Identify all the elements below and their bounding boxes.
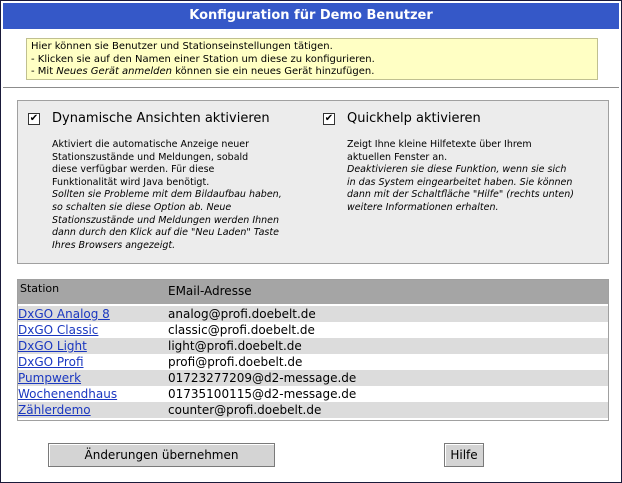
header-email: EMail-Adresse (168, 284, 252, 298)
station-email: analog@profi.doebelt.de (168, 307, 316, 321)
divider (3, 87, 619, 88)
apply-changes-button[interactable]: Änderungen übernehmen (48, 443, 275, 467)
desc-line: Aktiviert die automatische Anzeige neuer (52, 139, 250, 150)
info-line-3-post: können sie ein neues Gerät hinzufügen. (172, 66, 375, 77)
dynamic-views-label: Dynamische Ansichten aktivieren (52, 111, 270, 126)
page-title: Konfiguration für Demo Benutzer (3, 3, 619, 29)
desc-line: in das System eingearbeitet haben. Sie k… (347, 176, 573, 188)
station-link[interactable]: DxGO Profi (18, 354, 84, 370)
quickhelp-label: Quickhelp aktivieren (347, 111, 481, 126)
desc-line: Ihres Browsers angezeigt. (52, 239, 176, 251)
desc-line: Sollten sie Probleme mit dem Bildaufbau … (52, 189, 282, 201)
info-line-3-pre: - Mit (31, 66, 57, 77)
station-email: profi@profi.doebelt.de (168, 355, 303, 369)
desc-line: diese verfügbar werden. Für diese (52, 164, 215, 176)
station-table: Station EMail-Adresse DxGO Analog 8 anal… (17, 279, 609, 421)
dynamic-views-description: Aktiviert die automatische Anzeige neuer… (52, 139, 282, 252)
table-row: DxGO Profi profi@profi.doebelt.de (18, 354, 608, 370)
help-button[interactable]: Hilfe (444, 443, 484, 467)
desc-line: Stationszustände und Meldungen werden Ih… (52, 214, 280, 226)
desc-line: Deaktivieren sie diese Funktion, wenn si… (347, 164, 567, 176)
info-line-2: - Klicken sie auf den Namen einer Statio… (31, 53, 375, 65)
station-link[interactable]: DxGO Analog 8 (18, 306, 110, 322)
station-link[interactable]: Zählerdemo (18, 402, 91, 418)
station-email: light@profi.doebelt.de (168, 339, 302, 353)
desc-line: Stationszustände und Meldungen, sobald (52, 151, 249, 163)
quickhelp-description: Zeigt Ihne kleine Hilfetexte über Ihrem … (347, 139, 574, 215)
info-line-3-em: Neues Gerät anmelden (56, 66, 173, 77)
station-link[interactable]: Wochenendhaus (18, 386, 117, 402)
station-email: 01735100115@d2-message.de (168, 387, 357, 401)
info-line-3: - Mit Neues Gerät anmelden können sie ei… (31, 66, 597, 79)
info-line-1: Hier können sie Benutzer und Stationsein… (31, 41, 333, 52)
dynamic-views-checkbox[interactable]: ✔ (28, 113, 40, 125)
desc-line: so schalten sie diese Option ab. Neue (52, 201, 232, 213)
table-row: DxGO Light light@profi.doebelt.de (18, 338, 608, 354)
table-header: Station EMail-Adresse (18, 280, 608, 304)
desc-line: dann mit der Schaltfläche "Hilfe" (recht… (347, 189, 574, 201)
station-email: 01723277209@d2-message.de (168, 371, 357, 385)
options-panel: ✔ Dynamische Ansichten aktivieren Aktivi… (17, 100, 609, 264)
table-row: Zählerdemo counter@profi.doebelt.de (18, 402, 608, 418)
desc-line: aktuellen Fenster an. (347, 151, 448, 163)
desc-line: dann durch den Klick auf die "Neu Laden"… (52, 227, 279, 239)
desc-line: weitere Informationen erhalten. (347, 201, 499, 213)
station-link[interactable]: Pumpwerk (18, 370, 81, 386)
station-link[interactable]: DxGO Light (18, 338, 87, 354)
table-row: DxGO Classic classic@profi.doebelt.de (18, 322, 608, 338)
table-row: Wochenendhaus 01735100115@d2-message.de (18, 386, 608, 402)
quickhelp-checkbox[interactable]: ✔ (323, 113, 335, 125)
station-link[interactable]: DxGO Classic (18, 322, 98, 338)
desc-line: Zeigt Ihne kleine Hilfetexte über Ihrem (347, 139, 532, 150)
config-window: Konfiguration für Demo Benutzer Hier kön… (0, 0, 622, 483)
station-email: classic@profi.doebelt.de (168, 323, 315, 337)
header-station: Station (20, 282, 60, 295)
info-box: Hier können sie Benutzer und Stationsein… (26, 38, 598, 80)
station-email: counter@profi.doebelt.de (168, 403, 322, 417)
desc-line: Funktionalität wird Java benötigt. (52, 176, 210, 188)
table-row: Pumpwerk 01723277209@d2-message.de (18, 370, 608, 386)
table-row: DxGO Analog 8 analog@profi.doebelt.de (18, 306, 608, 322)
